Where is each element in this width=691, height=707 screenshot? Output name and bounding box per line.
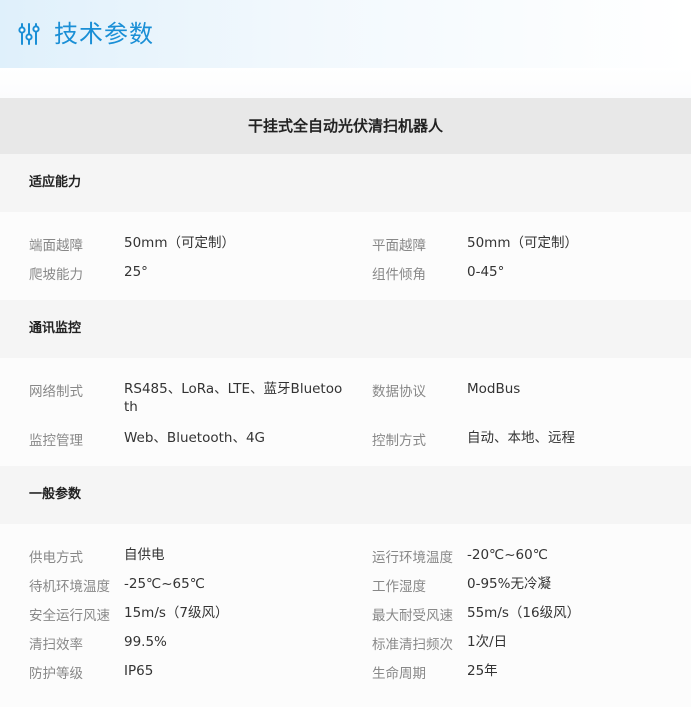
spec-label: 组件倾角: [372, 267, 426, 283]
spec-table: 端面越障 50mm（可定制） 平面越障 50mm（可定制） 爬坡能力 25° 组…: [0, 212, 691, 300]
spec-label: 控制方式: [372, 433, 426, 449]
spec-value: 0-45°: [467, 264, 505, 280]
spec-label: 生命周期: [372, 666, 426, 682]
section-title: 通讯监控: [29, 321, 82, 336]
section-title: 适应能力: [29, 175, 82, 190]
section-heading: 通讯监控: [0, 300, 691, 358]
spec-value: 50mm（可定制）: [467, 235, 578, 251]
spec-label: 防护等级: [29, 666, 83, 682]
section-heading: 一般参数: [0, 466, 691, 524]
spec-label: 运行环境温度: [372, 550, 453, 566]
section-heading: 适应能力: [0, 154, 691, 212]
spec-table: 网络制式 RS485、LoRa、LTE、蓝牙Bluetooth 数据协议 Mod…: [0, 358, 691, 466]
spec-value: 自动、本地、远程: [467, 430, 575, 446]
spec-value: 15m/s（7级风）: [124, 605, 229, 621]
spec-value: -20℃~60℃: [467, 547, 548, 563]
spec-value: RS485、LoRa、LTE、蓝牙Bluetooth: [124, 381, 343, 415]
page-title: 技术参数: [54, 20, 154, 48]
spec-value: IP65: [124, 663, 154, 679]
spec-table: 供电方式 自供电 运行环境温度 -20℃~60℃ 待机环境温度 -25℃~65℃…: [0, 524, 691, 707]
spec-label: 供电方式: [29, 550, 83, 566]
spec-value: 25°: [124, 264, 148, 280]
spec-value: 1次/日: [467, 634, 508, 650]
spec-value: -25℃~65℃: [124, 576, 205, 592]
spec-label: 监控管理: [29, 433, 83, 449]
section-header: 技术参数: [0, 0, 691, 68]
spec-label: 爬坡能力: [29, 267, 83, 283]
spec-value: 55m/s（16级风）: [467, 605, 581, 621]
spec-label: 数据协议: [372, 384, 426, 400]
spec-label: 清扫效率: [29, 637, 83, 653]
spec-label: 网络制式: [29, 384, 83, 400]
section-title: 一般参数: [29, 487, 82, 502]
spec-value: 自供电: [124, 547, 165, 563]
product-title: 干挂式全自动光伏清扫机器人: [0, 98, 691, 154]
spec-label: 最大耐受风速: [372, 608, 453, 624]
spacer: [0, 68, 691, 98]
spec-label: 安全运行风速: [29, 608, 110, 624]
spec-label: 待机环境温度: [29, 579, 110, 595]
sliders-icon: [18, 23, 40, 45]
spec-value: 25年: [467, 663, 498, 679]
spec-label: 标准清扫频次: [372, 637, 453, 653]
spec-value: 0-95%无冷凝: [467, 576, 551, 592]
spec-label: 工作湿度: [372, 579, 426, 595]
spec-value: 99.5%: [124, 634, 167, 650]
spec-label: 端面越障: [29, 238, 83, 254]
spec-value: ModBus: [467, 381, 521, 397]
spec-label: 平面越障: [372, 238, 426, 254]
spec-value: 50mm（可定制）: [124, 235, 235, 251]
spec-value: Web、Bluetooth、4G: [124, 430, 266, 446]
